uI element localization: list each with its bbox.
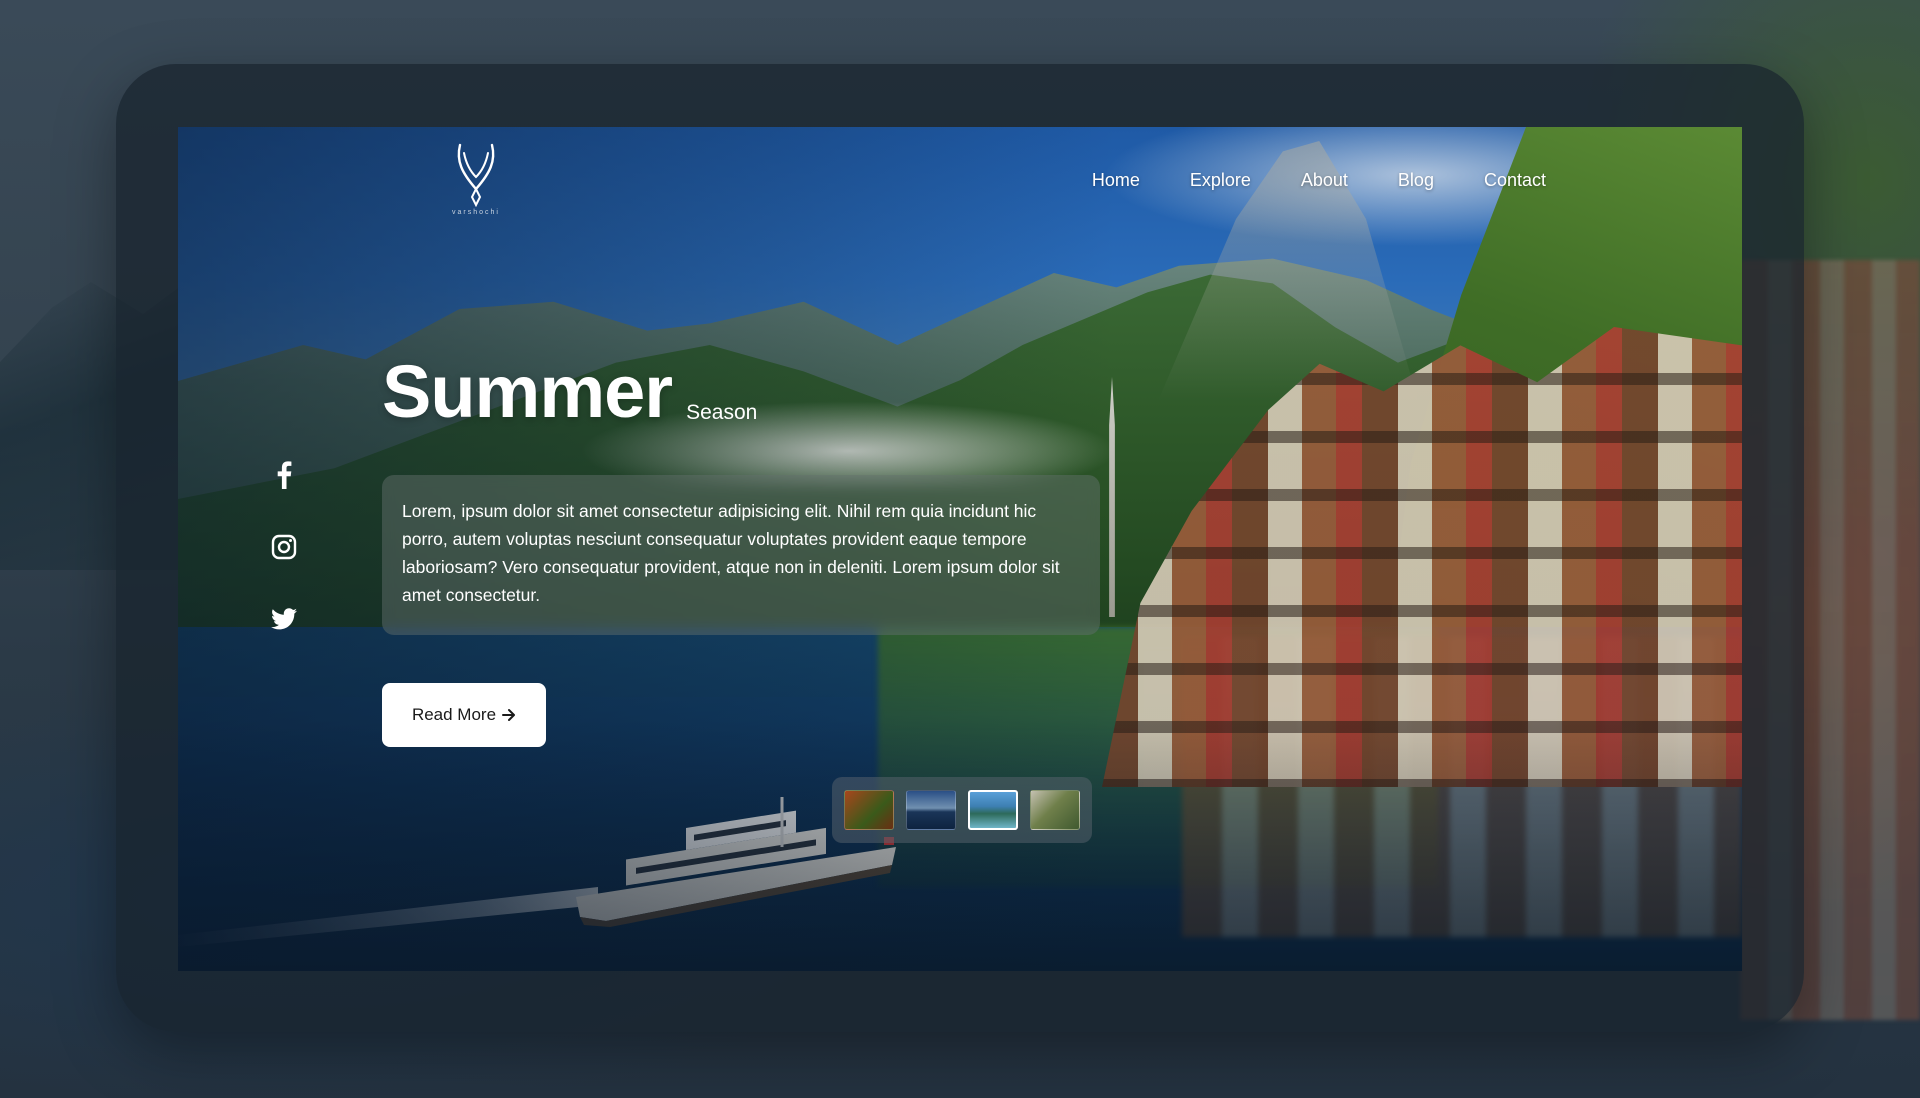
arrow-right-icon <box>502 709 516 721</box>
description-text: Lorem, ipsum dolor sit amet consectetur … <box>402 501 1060 605</box>
nav-blog[interactable]: Blog <box>1398 170 1434 191</box>
antler-icon <box>457 143 495 207</box>
thumbnail-autumn[interactable] <box>844 790 894 830</box>
nav-about[interactable]: About <box>1301 170 1348 191</box>
social-links <box>270 461 298 633</box>
hero-heading: Summer Season <box>382 355 757 429</box>
thumbnail-lake-night[interactable] <box>906 790 956 830</box>
gallery-thumbnails <box>832 777 1092 843</box>
instagram-icon[interactable] <box>270 533 298 561</box>
twitter-icon[interactable] <box>270 605 298 633</box>
logo-wordmark: varshochi <box>452 209 500 216</box>
hero-description: Lorem, ipsum dolor sit amet consectetur … <box>382 475 1100 635</box>
hero-card: varshochi Home Explore About Blog Contac… <box>178 127 1742 971</box>
thumbnail-waterfall[interactable] <box>1030 790 1080 830</box>
site-logo[interactable]: varshochi <box>436 143 516 223</box>
thumbnail-summer-lake[interactable] <box>968 790 1018 830</box>
facebook-icon[interactable] <box>270 461 298 489</box>
hero-subtitle: Season <box>686 401 758 424</box>
nav-explore[interactable]: Explore <box>1190 170 1251 191</box>
read-more-label: Read More <box>411 705 497 724</box>
hero-title: Summer <box>382 350 673 433</box>
read-more-button[interactable]: Read More <box>382 683 546 747</box>
main-nav: Home Explore About Blog Contact <box>1092 170 1546 191</box>
nav-contact[interactable]: Contact <box>1484 170 1546 191</box>
nav-home[interactable]: Home <box>1092 170 1140 191</box>
